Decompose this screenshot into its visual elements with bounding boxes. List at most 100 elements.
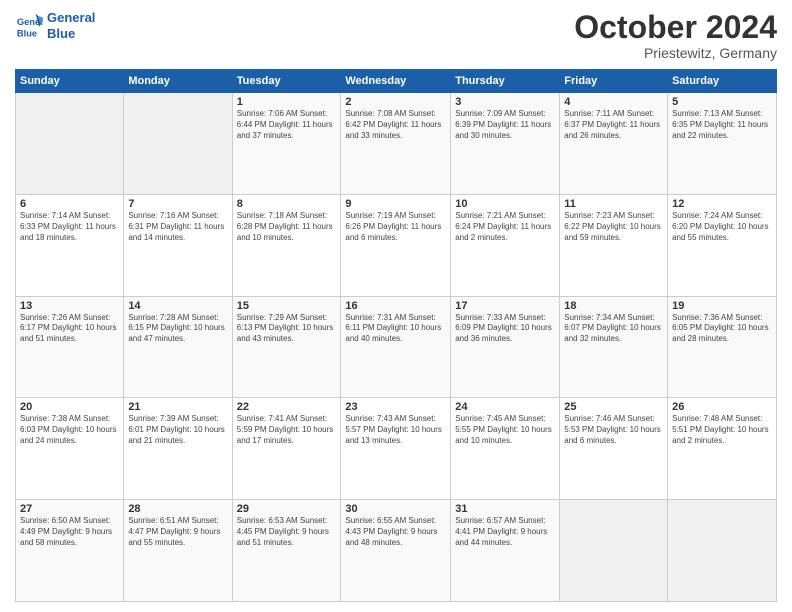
day-info: Sunrise: 7:14 AM Sunset: 6:33 PM Dayligh… [20, 211, 119, 243]
day-number: 14 [128, 300, 227, 312]
day-info: Sunrise: 7:29 AM Sunset: 6:13 PM Dayligh… [237, 313, 337, 345]
day-number: 13 [20, 300, 119, 312]
day-number: 24 [455, 401, 555, 413]
cell-w1-d5: 11Sunrise: 7:23 AM Sunset: 6:22 PM Dayli… [560, 194, 668, 296]
calendar-table: Sunday Monday Tuesday Wednesday Thursday… [15, 69, 777, 602]
day-info: Sunrise: 7:21 AM Sunset: 6:24 PM Dayligh… [455, 211, 555, 243]
logo-icon: General Blue [15, 12, 43, 40]
title-block: October 2024 Priestewitz, Germany [574, 10, 777, 61]
cell-w4-d2: 29Sunrise: 6:53 AM Sunset: 4:45 PM Dayli… [232, 500, 341, 602]
cell-w3-d6: 26Sunrise: 7:48 AM Sunset: 5:51 PM Dayli… [668, 398, 777, 500]
cell-w1-d4: 10Sunrise: 7:21 AM Sunset: 6:24 PM Dayli… [451, 194, 560, 296]
cell-w3-d0: 20Sunrise: 7:38 AM Sunset: 6:03 PM Dayli… [16, 398, 124, 500]
col-tuesday: Tuesday [232, 70, 341, 93]
col-friday: Friday [560, 70, 668, 93]
cell-w0-d5: 4Sunrise: 7:11 AM Sunset: 6:37 PM Daylig… [560, 93, 668, 195]
col-thursday: Thursday [451, 70, 560, 93]
day-number: 10 [455, 198, 555, 210]
week-row-4: 27Sunrise: 6:50 AM Sunset: 4:49 PM Dayli… [16, 500, 777, 602]
day-info: Sunrise: 7:36 AM Sunset: 6:05 PM Dayligh… [672, 313, 772, 345]
day-info: Sunrise: 7:45 AM Sunset: 5:55 PM Dayligh… [455, 414, 555, 446]
cell-w2-d6: 19Sunrise: 7:36 AM Sunset: 6:05 PM Dayli… [668, 296, 777, 398]
day-info: Sunrise: 7:18 AM Sunset: 6:28 PM Dayligh… [237, 211, 337, 243]
header-row: Sunday Monday Tuesday Wednesday Thursday… [16, 70, 777, 93]
cell-w3-d4: 24Sunrise: 7:45 AM Sunset: 5:55 PM Dayli… [451, 398, 560, 500]
cell-w1-d2: 8Sunrise: 7:18 AM Sunset: 6:28 PM Daylig… [232, 194, 341, 296]
cell-w1-d0: 6Sunrise: 7:14 AM Sunset: 6:33 PM Daylig… [16, 194, 124, 296]
day-number: 1 [237, 96, 337, 108]
cell-w3-d2: 22Sunrise: 7:41 AM Sunset: 5:59 PM Dayli… [232, 398, 341, 500]
calendar-body: 1Sunrise: 7:06 AM Sunset: 6:44 PM Daylig… [16, 93, 777, 602]
cell-w0-d3: 2Sunrise: 7:08 AM Sunset: 6:42 PM Daylig… [341, 93, 451, 195]
day-info: Sunrise: 7:38 AM Sunset: 6:03 PM Dayligh… [20, 414, 119, 446]
day-number: 16 [345, 300, 446, 312]
day-info: Sunrise: 7:23 AM Sunset: 6:22 PM Dayligh… [564, 211, 663, 243]
day-number: 5 [672, 96, 772, 108]
day-number: 11 [564, 198, 663, 210]
day-info: Sunrise: 7:43 AM Sunset: 5:57 PM Dayligh… [345, 414, 446, 446]
cell-w0-d4: 3Sunrise: 7:09 AM Sunset: 6:39 PM Daylig… [451, 93, 560, 195]
day-info: Sunrise: 6:51 AM Sunset: 4:47 PM Dayligh… [128, 516, 227, 548]
col-saturday: Saturday [668, 70, 777, 93]
day-number: 17 [455, 300, 555, 312]
day-info: Sunrise: 6:53 AM Sunset: 4:45 PM Dayligh… [237, 516, 337, 548]
cell-w1-d1: 7Sunrise: 7:16 AM Sunset: 6:31 PM Daylig… [124, 194, 232, 296]
logo: General Blue General Blue [15, 10, 95, 41]
day-info: Sunrise: 7:28 AM Sunset: 6:15 PM Dayligh… [128, 313, 227, 345]
cell-w4-d5 [560, 500, 668, 602]
day-info: Sunrise: 7:09 AM Sunset: 6:39 PM Dayligh… [455, 109, 555, 141]
day-info: Sunrise: 7:39 AM Sunset: 6:01 PM Dayligh… [128, 414, 227, 446]
day-number: 20 [20, 401, 119, 413]
day-info: Sunrise: 7:41 AM Sunset: 5:59 PM Dayligh… [237, 414, 337, 446]
day-number: 9 [345, 198, 446, 210]
cell-w2-d3: 16Sunrise: 7:31 AM Sunset: 6:11 PM Dayli… [341, 296, 451, 398]
day-number: 6 [20, 198, 119, 210]
cell-w0-d0 [16, 93, 124, 195]
page: General Blue General Blue October 2024 P… [0, 0, 792, 612]
day-number: 7 [128, 198, 227, 210]
cell-w1-d6: 12Sunrise: 7:24 AM Sunset: 6:20 PM Dayli… [668, 194, 777, 296]
day-info: Sunrise: 7:06 AM Sunset: 6:44 PM Dayligh… [237, 109, 337, 141]
cell-w2-d2: 15Sunrise: 7:29 AM Sunset: 6:13 PM Dayli… [232, 296, 341, 398]
day-number: 15 [237, 300, 337, 312]
day-number: 3 [455, 96, 555, 108]
day-number: 2 [345, 96, 446, 108]
week-row-3: 20Sunrise: 7:38 AM Sunset: 6:03 PM Dayli… [16, 398, 777, 500]
cell-w2-d0: 13Sunrise: 7:26 AM Sunset: 6:17 PM Dayli… [16, 296, 124, 398]
header: General Blue General Blue October 2024 P… [15, 10, 777, 61]
day-info: Sunrise: 7:19 AM Sunset: 6:26 PM Dayligh… [345, 211, 446, 243]
logo-line1: General [47, 10, 95, 26]
cell-w4-d1: 28Sunrise: 6:51 AM Sunset: 4:47 PM Dayli… [124, 500, 232, 602]
cell-w2-d4: 17Sunrise: 7:33 AM Sunset: 6:09 PM Dayli… [451, 296, 560, 398]
day-number: 18 [564, 300, 663, 312]
location: Priestewitz, Germany [574, 45, 777, 61]
day-info: Sunrise: 7:16 AM Sunset: 6:31 PM Dayligh… [128, 211, 227, 243]
day-info: Sunrise: 7:48 AM Sunset: 5:51 PM Dayligh… [672, 414, 772, 446]
day-number: 30 [345, 503, 446, 515]
day-info: Sunrise: 6:55 AM Sunset: 4:43 PM Dayligh… [345, 516, 446, 548]
day-info: Sunrise: 7:26 AM Sunset: 6:17 PM Dayligh… [20, 313, 119, 345]
cell-w0-d1 [124, 93, 232, 195]
day-info: Sunrise: 7:13 AM Sunset: 6:35 PM Dayligh… [672, 109, 772, 141]
cell-w1-d3: 9Sunrise: 7:19 AM Sunset: 6:26 PM Daylig… [341, 194, 451, 296]
svg-text:Blue: Blue [17, 28, 37, 38]
day-number: 31 [455, 503, 555, 515]
cell-w2-d5: 18Sunrise: 7:34 AM Sunset: 6:07 PM Dayli… [560, 296, 668, 398]
day-number: 4 [564, 96, 663, 108]
cell-w0-d6: 5Sunrise: 7:13 AM Sunset: 6:35 PM Daylig… [668, 93, 777, 195]
day-number: 19 [672, 300, 772, 312]
month-title: October 2024 [574, 10, 777, 45]
day-number: 12 [672, 198, 772, 210]
cell-w3-d5: 25Sunrise: 7:46 AM Sunset: 5:53 PM Dayli… [560, 398, 668, 500]
day-number: 28 [128, 503, 227, 515]
week-row-2: 13Sunrise: 7:26 AM Sunset: 6:17 PM Dayli… [16, 296, 777, 398]
cell-w2-d1: 14Sunrise: 7:28 AM Sunset: 6:15 PM Dayli… [124, 296, 232, 398]
day-number: 23 [345, 401, 446, 413]
col-wednesday: Wednesday [341, 70, 451, 93]
day-number: 8 [237, 198, 337, 210]
day-number: 27 [20, 503, 119, 515]
col-monday: Monday [124, 70, 232, 93]
cell-w4-d4: 31Sunrise: 6:57 AM Sunset: 4:41 PM Dayli… [451, 500, 560, 602]
day-info: Sunrise: 7:24 AM Sunset: 6:20 PM Dayligh… [672, 211, 772, 243]
day-number: 21 [128, 401, 227, 413]
